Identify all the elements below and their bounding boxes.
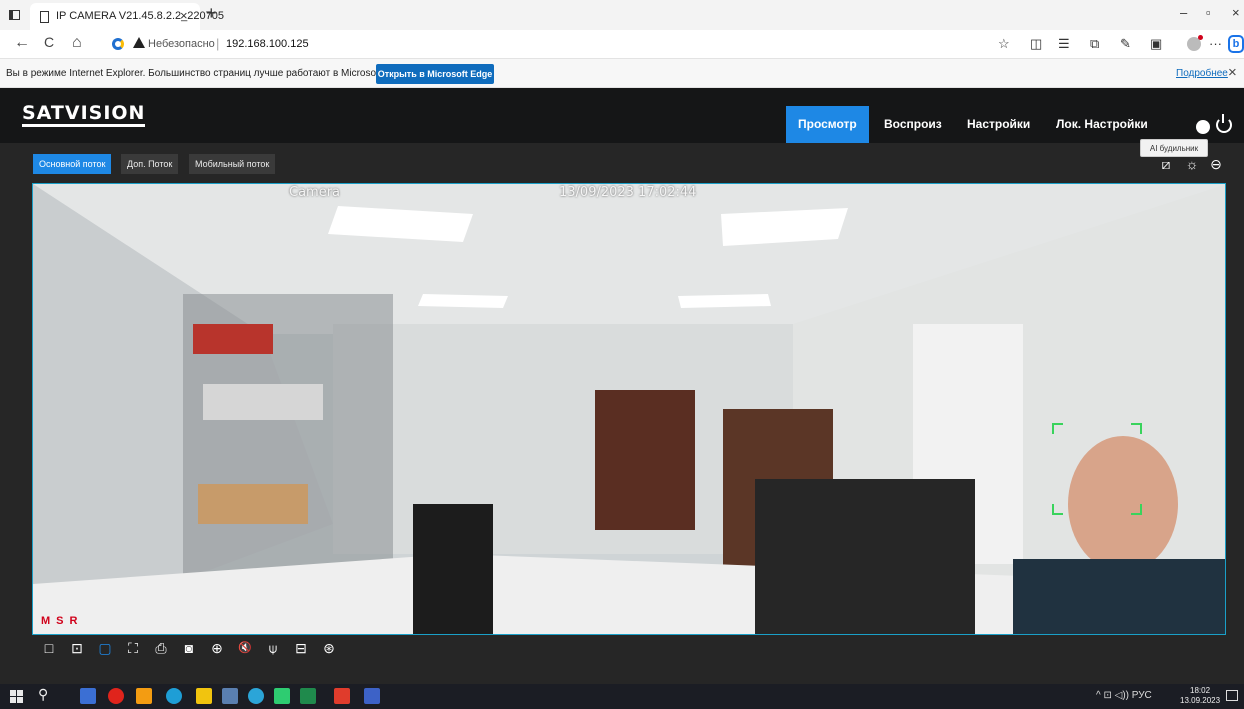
logout-power-icon[interactable] [1216, 114, 1232, 133]
face-detect-icon[interactable]: ⊟ [292, 639, 310, 657]
minimize-button[interactable]: – [1180, 5, 1187, 20]
new-tab-button[interactable]: + [206, 3, 217, 24]
back-button[interactable]: ← [14, 34, 30, 52]
clock-time: 18:02 [1190, 686, 1211, 695]
open-in-edge-button[interactable]: Открыть в Microsoft Edge [376, 64, 494, 84]
osd-status-indicator: MSR [41, 615, 84, 627]
taskbar-clock[interactable]: 18:02 13.09.2023 [1180, 686, 1220, 706]
site-info-icon[interactable] [112, 38, 124, 50]
image-adjust-icon[interactable]: ⧄ [1158, 156, 1174, 172]
snapshot-icon[interactable]: ◙ [180, 639, 198, 657]
more-icon[interactable]: ··· [1209, 36, 1222, 51]
window-fill-icon[interactable]: ▢ [96, 639, 114, 657]
favorites-icon[interactable]: ☰ [1058, 36, 1070, 52]
notification-icon[interactable] [1226, 690, 1238, 701]
tab-actions-button[interactable] [6, 6, 24, 24]
live-video-view[interactable]: Camera 13/09/2023 17:02:44 MSR [32, 183, 1226, 635]
main-stream-button[interactable]: Основной поток [33, 154, 112, 174]
ptz-icon[interactable]: ⊖ [1208, 156, 1224, 172]
ie-mode-banner: Вы в режиме Internet Explorer. Большинст… [0, 58, 1244, 88]
fullscreen-icon[interactable]: ⛶ [124, 639, 142, 657]
app-launcher-icon[interactable] [136, 688, 152, 704]
ai-alarm-icon[interactable] [1196, 120, 1210, 134]
tab-close-icon[interactable]: × [180, 8, 188, 23]
nav-view-tab[interactable]: Просмотр [786, 106, 869, 143]
screenshot-icon[interactable]: ▣ [1150, 36, 1162, 52]
banner-close-icon[interactable]: × [1228, 64, 1237, 81]
extensions-icon[interactable]: ✎ [1120, 36, 1131, 52]
url-separator: | [216, 36, 220, 51]
microphone-icon[interactable]: ⍦ [264, 639, 282, 657]
brightness-icon[interactable]: ☼ [1184, 156, 1200, 172]
home-button[interactable]: ⌂ [72, 34, 82, 52]
collections-icon[interactable]: ⧉ [1090, 36, 1099, 52]
nav-local-settings-tab[interactable]: Лок. Настройки [1044, 106, 1160, 143]
sub-stream-button[interactable]: Доп. Поток [121, 154, 179, 174]
restore-button[interactable]: ▫ [1206, 5, 1211, 20]
more-info-link[interactable]: Подробнее [1176, 68, 1228, 79]
zoom-in-icon[interactable]: ⊕ [208, 639, 226, 657]
window-fit-icon[interactable]: ⊡ [68, 639, 86, 657]
window-1x1-icon[interactable]: □ [40, 639, 58, 657]
url-text[interactable]: 192.168.100.125 [226, 38, 309, 50]
app-messenger-icon[interactable] [274, 688, 290, 704]
nav-settings-tab[interactable]: Настройки [955, 106, 1042, 143]
app-opera-icon[interactable] [108, 688, 124, 704]
browser-tab-strip: IP CAMERA V21.45.8.2.2_220705 × + – ▫ × [0, 0, 1244, 30]
address-bar: ← C ⌂ Небезопасно | 192.168.100.125 ☆ ◫ … [0, 30, 1244, 58]
app-explorer-icon[interactable] [196, 688, 212, 704]
camera-app: SATVISION Просмотр Воспроиз Настройки Ло… [0, 88, 1244, 684]
mobile-stream-button[interactable]: Мобильный поток [189, 154, 276, 174]
tab-title: IP CAMERA V21.45.8.2.2_220705 [56, 10, 224, 22]
app-edge-icon[interactable] [166, 688, 182, 704]
reading-view-icon[interactable]: ◫ [1030, 36, 1042, 52]
favorite-star-icon[interactable]: ☆ [998, 36, 1010, 52]
warning-icon [133, 37, 145, 48]
app-excel-icon[interactable] [300, 688, 316, 704]
talk-icon[interactable]: ⊛ [320, 639, 338, 657]
ie-mode-message: Вы в режиме Internet Explorer. Большинст… [6, 68, 411, 79]
nav-playback-tab[interactable]: Воспроиз [872, 106, 954, 143]
windows-taskbar: ⚲ ^ ⊡ ◁)) РУС 18:02 13.09.2023 [0, 684, 1244, 709]
refresh-button[interactable]: C [44, 34, 54, 50]
app-docs-icon[interactable] [364, 688, 380, 704]
video-frame [33, 184, 1225, 634]
brand-logo: SATVISION [22, 102, 146, 127]
profile-icon[interactable] [1187, 35, 1203, 51]
tab-actions-icon [9, 10, 20, 20]
record-icon[interactable]: ⎙ [152, 639, 170, 657]
windows-start-icon[interactable] [10, 690, 23, 703]
system-tray[interactable]: ^ ⊡ ◁)) РУС [1096, 690, 1152, 701]
bing-icon[interactable]: b [1228, 35, 1244, 53]
browser-tab[interactable]: IP CAMERA V21.45.8.2.2_220705 × [30, 3, 224, 30]
ai-alarm-tooltip: AI будильник [1140, 139, 1208, 157]
url-field[interactable]: Небезопасно | 192.168.100.125 [104, 33, 1004, 55]
app-header: SATVISION Просмотр Воспроиз Настройки Ло… [0, 88, 1244, 143]
app-chrome-icon[interactable] [248, 688, 264, 704]
mute-icon[interactable]: 🔇 [236, 639, 254, 657]
security-label[interactable]: Небезопасно [148, 38, 215, 50]
close-window-button[interactable]: × [1232, 5, 1240, 20]
app-photos-icon[interactable] [222, 688, 238, 704]
app-calculator-icon[interactable] [80, 688, 96, 704]
clock-date: 13.09.2023 [1180, 696, 1221, 705]
osd-camera-name: Camera [289, 185, 341, 200]
app-video-icon[interactable] [334, 688, 350, 704]
osd-datetime: 13/09/2023 17:02:44 [559, 185, 697, 200]
page-icon [40, 11, 49, 23]
search-icon[interactable]: ⚲ [38, 686, 48, 703]
